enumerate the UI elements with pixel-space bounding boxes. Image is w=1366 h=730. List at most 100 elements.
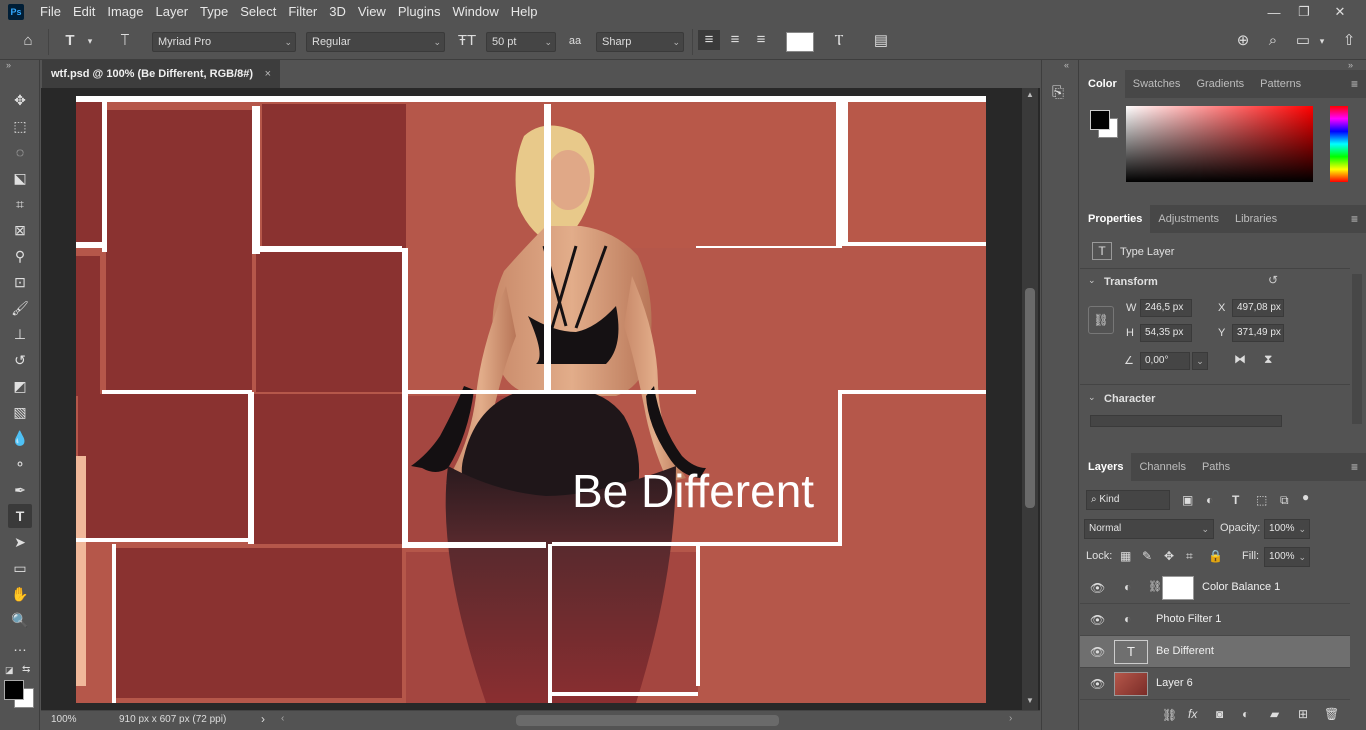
delete-layer-icon[interactable]: 🗑 [1324,707,1339,721]
panel-menu-icon[interactable]: ≡ [1351,205,1358,233]
filter-smart-object-icon[interactable]: ⧉ [1280,493,1289,508]
tab-adjustments[interactable]: Adjustments [1150,205,1227,233]
menu-filter[interactable]: Filter [282,0,323,24]
menu-layer[interactable]: Layer [150,0,195,24]
upload-icon[interactable]: ⇧ [1338,31,1360,51]
menu-file[interactable]: File [34,0,67,24]
close-document-icon[interactable]: × [265,60,271,88]
warp-text-icon[interactable]: Ⲧ [828,31,850,51]
crop-tool-icon[interactable]: ⌗ [8,192,32,216]
visibility-eye-icon[interactable]: 👁 [1090,581,1105,595]
scroll-left-icon[interactable]: ‹ [281,713,284,724]
filter-shape-icon[interactable]: ⬚ [1256,493,1267,507]
gradient-tool-icon[interactable]: ▧ [8,400,32,424]
layer-row[interactable]: 👁 ◐ Photo Filter 1 [1080,604,1350,636]
layer-row-selected[interactable]: 👁 T Be Different [1080,636,1350,668]
home-icon[interactable]: ⌂ [16,31,40,51]
type-tool-icon[interactable]: T [8,504,32,528]
default-colors-icon[interactable]: ◪ [5,665,14,676]
status-menu-arrow-icon[interactable]: › [261,712,265,726]
layer-mask-thumbnail[interactable] [1162,576,1194,600]
document-canvas-area[interactable]: Be Different [41,88,1040,710]
new-adjustment-layer-icon[interactable]: ◐ [1242,707,1249,721]
panel-menu-icon[interactable]: ≡ [1351,70,1358,98]
close-window-button[interactable]: ✕ [1322,0,1358,24]
panel-menu-icon[interactable]: ≡ [1351,453,1358,481]
font-style-select[interactable]: Regular ⌄ [306,32,445,52]
collapse-toolbox-icon[interactable]: » [6,60,11,70]
tab-properties[interactable]: Properties [1080,205,1151,233]
menu-image[interactable]: Image [101,0,149,24]
object-selection-tool-icon[interactable]: ⬕ [8,166,32,190]
restore-button[interactable]: ❐ [1286,0,1322,24]
rectangle-tool-icon[interactable]: ▭ [8,556,32,580]
font-size-input[interactable]: 50 pt ⌄ [486,32,556,52]
x-input[interactable]: 497,08 px [1232,299,1284,317]
zoom-level[interactable]: 100% [51,714,77,725]
layer-row[interactable]: 👁 Layer 6 [1080,668,1350,700]
share-icon[interactable]: ⊕ [1232,31,1254,51]
color-panel-foreground-swatch[interactable] [1090,110,1110,130]
menu-3d[interactable]: 3D [323,0,352,24]
filter-pixel-icon[interactable]: ▣ [1182,493,1193,507]
path-selection-tool-icon[interactable]: ➤ [8,530,32,554]
tab-libraries[interactable]: Libraries [1227,205,1285,233]
tab-paths[interactable]: Paths [1194,453,1238,481]
tab-channels[interactable]: Channels [1131,453,1193,481]
text-color-swatch[interactable] [786,32,814,52]
menu-plugins[interactable]: Plugins [392,0,447,24]
move-tool-icon[interactable]: ✥ [8,88,32,112]
eraser-tool-icon[interactable]: ◩ [8,374,32,398]
filter-toggle-icon[interactable]: ● [1302,490,1309,504]
font-family-select[interactable]: Myriad Pro ⌄ [152,32,296,52]
tab-patterns[interactable]: Patterns [1252,70,1309,98]
search-icon[interactable]: ⌕ [1262,31,1284,51]
y-input[interactable]: 371,49 px [1232,324,1284,342]
scroll-down-icon[interactable]: ▼ [1026,696,1034,705]
scroll-right-icon[interactable]: › [1009,713,1012,724]
layer-filter-kind-select[interactable]: ⌕ Kind [1086,490,1170,510]
chevron-down-icon[interactable]: ⌄ [1192,352,1208,370]
lock-position-icon[interactable]: ✥ [1164,549,1174,563]
visibility-eye-icon[interactable]: 👁 [1090,645,1105,659]
horizontal-scroll-thumb[interactable] [516,715,779,726]
scroll-up-icon[interactable]: ▲ [1026,90,1034,99]
width-input[interactable]: 246,5 px [1140,299,1192,317]
reset-transform-icon[interactable]: ↺ [1268,273,1278,287]
lock-artboard-icon[interactable]: ⌗ [1186,549,1193,564]
menu-select[interactable]: Select [234,0,282,24]
new-layer-icon[interactable]: ⊞ [1298,707,1308,721]
layer-row[interactable]: 👁 ◐ ⛓ Color Balance 1 [1080,572,1350,604]
filter-type-icon[interactable]: T [1232,493,1239,507]
type-layer-thumbnail-icon[interactable]: T [1114,640,1148,664]
angle-input[interactable]: 0,00° [1140,352,1190,370]
character-font-field[interactable] [1090,415,1282,427]
opacity-input[interactable]: 100% ⌄ [1264,519,1310,539]
height-input[interactable]: 54,35 px [1140,324,1192,342]
canvas-text-be-different[interactable]: Be Different [572,464,814,518]
history-panel-icon[interactable]: ⎘ [1052,84,1064,101]
flip-vertical-icon[interactable]: ⧗ [1264,352,1272,367]
eyedropper-tool-icon[interactable]: ⚲ [8,244,32,268]
document-tab[interactable]: wtf.psd @ 100% (Be Different, RGB/8#) × [42,60,280,88]
vertical-scroll-thumb[interactable] [1025,288,1035,508]
vertical-scrollbar[interactable]: ▲ ▼ [1022,88,1038,710]
add-mask-icon[interactable]: ◙ [1216,707,1223,721]
pen-tool-icon[interactable]: ✒ [8,478,32,502]
blur-tool-icon[interactable]: 💧 [8,426,32,450]
character-panel-icon[interactable]: ▤ [870,31,892,51]
chevron-down-icon[interactable]: ▾ [1316,31,1328,51]
antialias-select[interactable]: Sharp ⌄ [596,32,684,52]
lock-all-icon[interactable]: 🔒 [1208,549,1223,563]
chevron-down-icon[interactable]: ⌄ [1088,275,1096,286]
align-right-icon[interactable]: ≡ [750,30,772,50]
hand-tool-icon[interactable]: ✋ [8,582,32,606]
swap-colors-icon[interactable]: ⇆ [22,664,30,675]
lock-transparent-icon[interactable]: ▦ [1120,549,1131,563]
healing-brush-tool-icon[interactable]: ⊡ [8,270,32,294]
new-group-icon[interactable]: ▰ [1270,707,1279,721]
tab-color[interactable]: Color [1080,70,1125,98]
brush-tool-icon[interactable]: 🖌 [8,296,32,320]
align-center-icon[interactable]: ≡ [724,30,746,50]
menu-type[interactable]: Type [194,0,234,24]
